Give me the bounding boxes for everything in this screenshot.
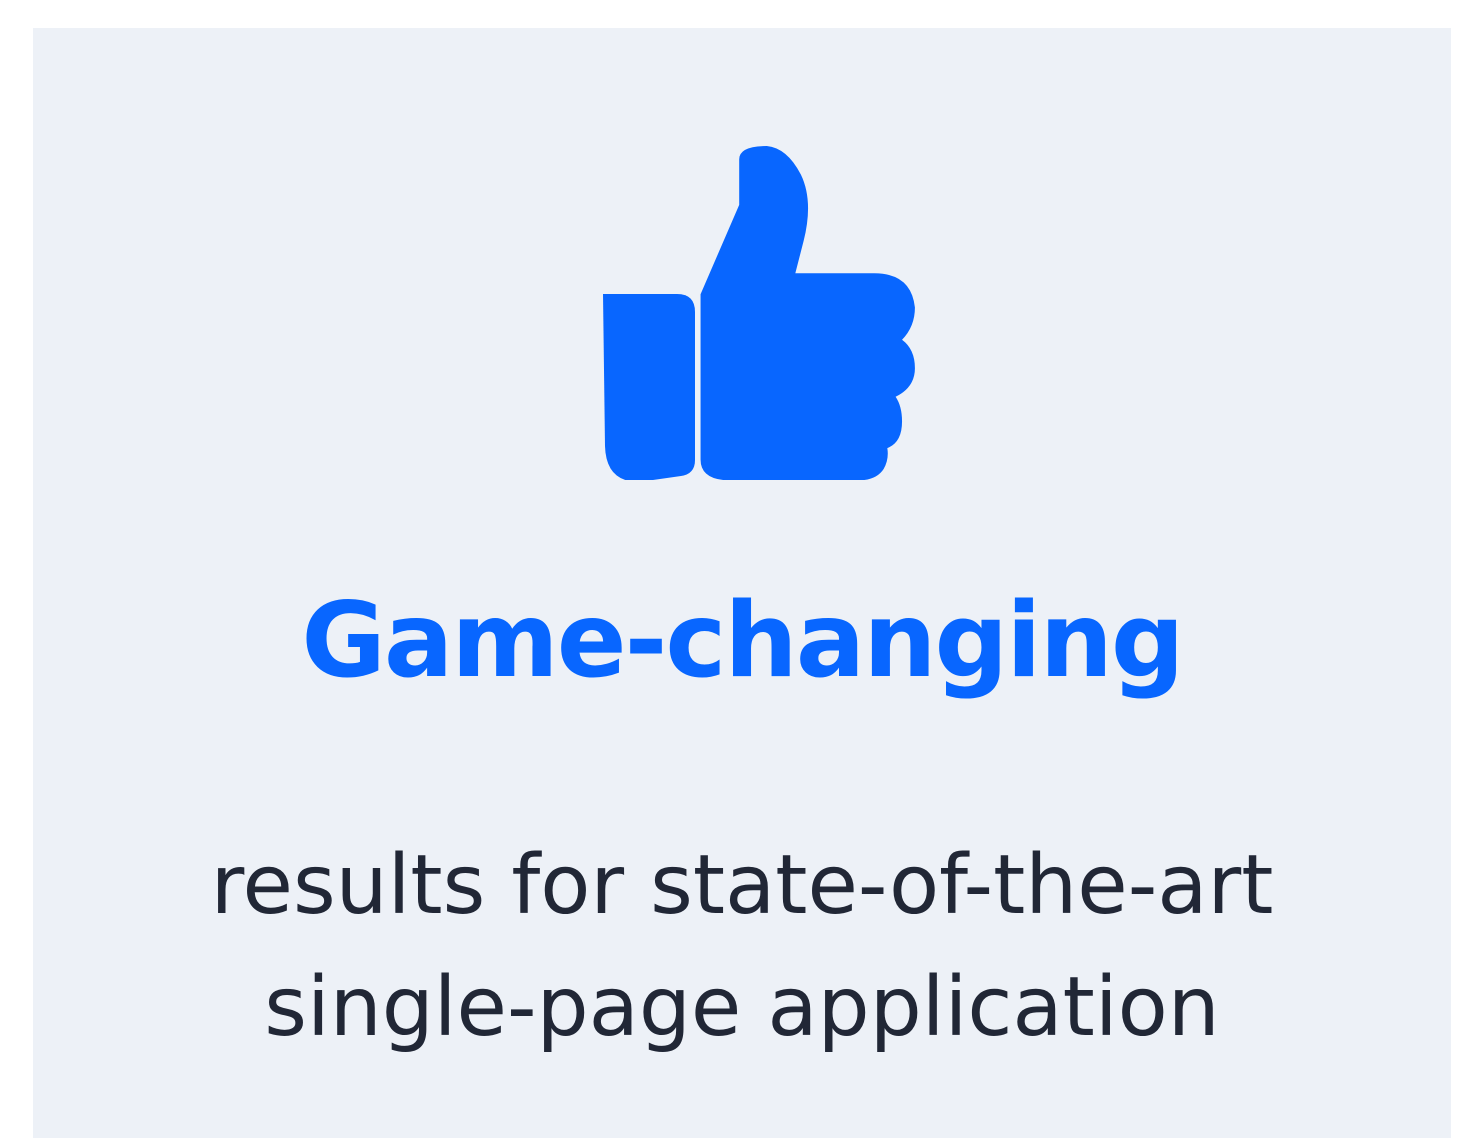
description-line-2: single-page application xyxy=(264,960,1220,1055)
feature-description: results for state-of-the-art single-page… xyxy=(33,825,1451,1069)
description-line-1: results for state-of-the-art xyxy=(210,838,1274,933)
feature-title: Game-changing xyxy=(301,581,1184,701)
feature-card: Game-changing results for state-of-the-a… xyxy=(33,28,1451,1138)
thumbs-up-icon xyxy=(603,146,915,480)
